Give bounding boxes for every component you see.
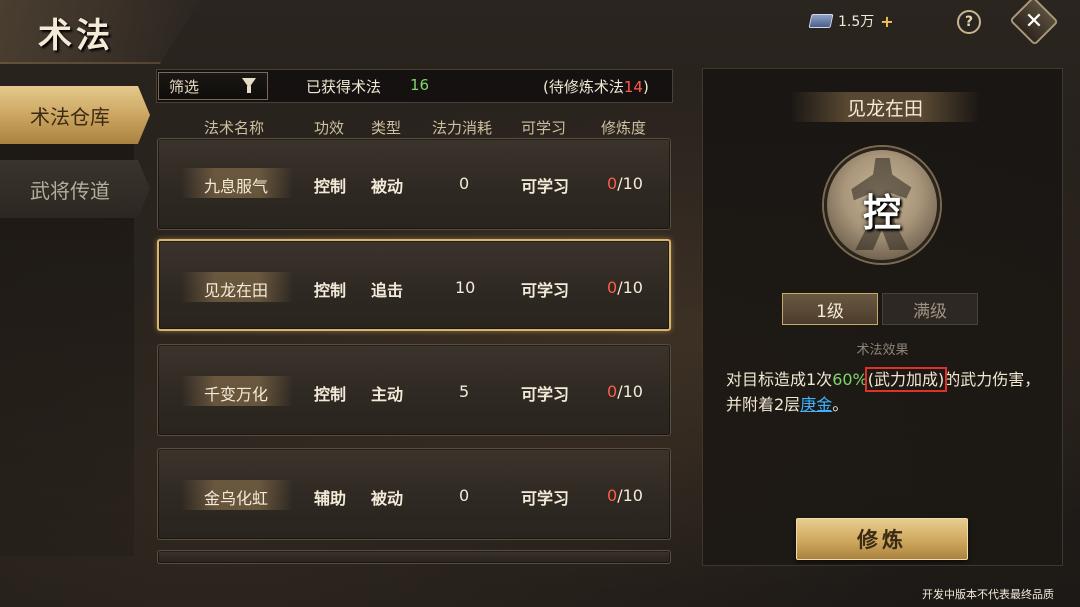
col-header-learnable: 可学习 (521, 119, 567, 137)
skill-progress: 0/10 (607, 278, 643, 297)
skill-name: 九息服气 (204, 177, 269, 196)
currency-amount: 1.5万 (838, 14, 875, 30)
close-icon[interactable]: ✕ (1016, 4, 1052, 38)
tab-general-teaching[interactable]: 武将传道 (0, 160, 150, 218)
pending-count: 14 (623, 78, 643, 96)
help-icon[interactable]: ? (957, 10, 981, 34)
progress-current: 0 (607, 278, 618, 297)
skill-cost: 5 (459, 382, 470, 401)
skill-progress: 0/10 (607, 486, 643, 505)
tab-skill-warehouse[interactable]: 术法仓库 (0, 86, 150, 144)
progress-current: 0 (607, 486, 618, 505)
progress-total: /10 (617, 278, 643, 297)
pending-summary: (待修炼术法14) (543, 76, 649, 97)
skill-name: 见龙在田 (204, 281, 269, 300)
skill-type: 主动 (371, 385, 404, 404)
effect-end: 。 (832, 395, 849, 414)
col-header-effect: 功效 (314, 119, 345, 137)
page-title: 术法 (38, 16, 114, 56)
skill-learnable: 可学习 (521, 385, 570, 404)
book-icon (808, 14, 834, 28)
effect-percent: 60% (832, 370, 868, 389)
max-level-tab[interactable]: 满级 (882, 293, 978, 325)
col-header-type: 类型 (371, 119, 402, 137)
col-header-cost: 法力消耗 (432, 119, 493, 137)
progress-current: 0 (607, 174, 618, 193)
pending-prefix: (待修炼术法 (543, 78, 624, 96)
progress-total: /10 (617, 486, 643, 505)
progress-total: /10 (617, 174, 643, 193)
skill-learnable: 可学习 (521, 177, 570, 196)
skill-type: 被动 (371, 177, 404, 196)
effect-bonus: (武力加成) (864, 367, 948, 392)
pending-suffix: ) (642, 78, 649, 96)
detail-title: 见龙在田 (846, 98, 923, 120)
filter-icon-stem (247, 86, 251, 93)
effect-label: 术法效果 (856, 343, 909, 358)
filter-label: 筛选 (169, 77, 200, 96)
effect-description: 对目标造成1次60%(武力加成)的武力伤害，并附着2层庚金。 (726, 367, 1046, 417)
skill-name: 金乌化虹 (204, 489, 269, 508)
skill-learnable: 可学习 (521, 281, 570, 300)
skill-cost: 0 (459, 174, 470, 193)
skill-type: 被动 (371, 489, 404, 508)
add-currency-icon[interactable]: + (880, 12, 893, 31)
table-row-partial[interactable] (157, 550, 671, 564)
skill-progress: 0/10 (607, 382, 643, 401)
col-header-progress: 修炼度 (601, 119, 647, 137)
col-header-name: 法术名称 (204, 119, 265, 137)
skill-cost: 10 (455, 278, 476, 297)
skill-effect: 辅助 (314, 489, 347, 508)
progress-total: /10 (617, 382, 643, 401)
skill-effect: 控制 (314, 177, 347, 196)
currency-display[interactable]: 1.5万 + (808, 10, 894, 32)
skill-category-char: 控 (862, 190, 901, 235)
train-button[interactable]: 修炼 (796, 518, 968, 560)
skill-learnable: 可学习 (521, 489, 570, 508)
progress-current: 0 (607, 382, 618, 401)
skill-cost: 0 (459, 486, 470, 505)
skill-name: 千变万化 (204, 385, 269, 404)
nav-sidebar (0, 86, 134, 556)
dev-disclaimer: 开发中版本不代表最终品质 (922, 588, 1054, 601)
skill-type: 追击 (371, 281, 404, 300)
effect-part1: 对目标造成1次 (726, 370, 833, 389)
obtained-label: 已获得术法 (306, 78, 382, 96)
skill-effect: 控制 (314, 385, 347, 404)
obtained-count: 16 (410, 76, 430, 94)
skill-progress: 0/10 (607, 174, 643, 193)
buff-link[interactable]: 庚金 (800, 395, 832, 414)
level-1-tab[interactable]: 1级 (782, 293, 878, 325)
skill-effect: 控制 (314, 281, 347, 300)
